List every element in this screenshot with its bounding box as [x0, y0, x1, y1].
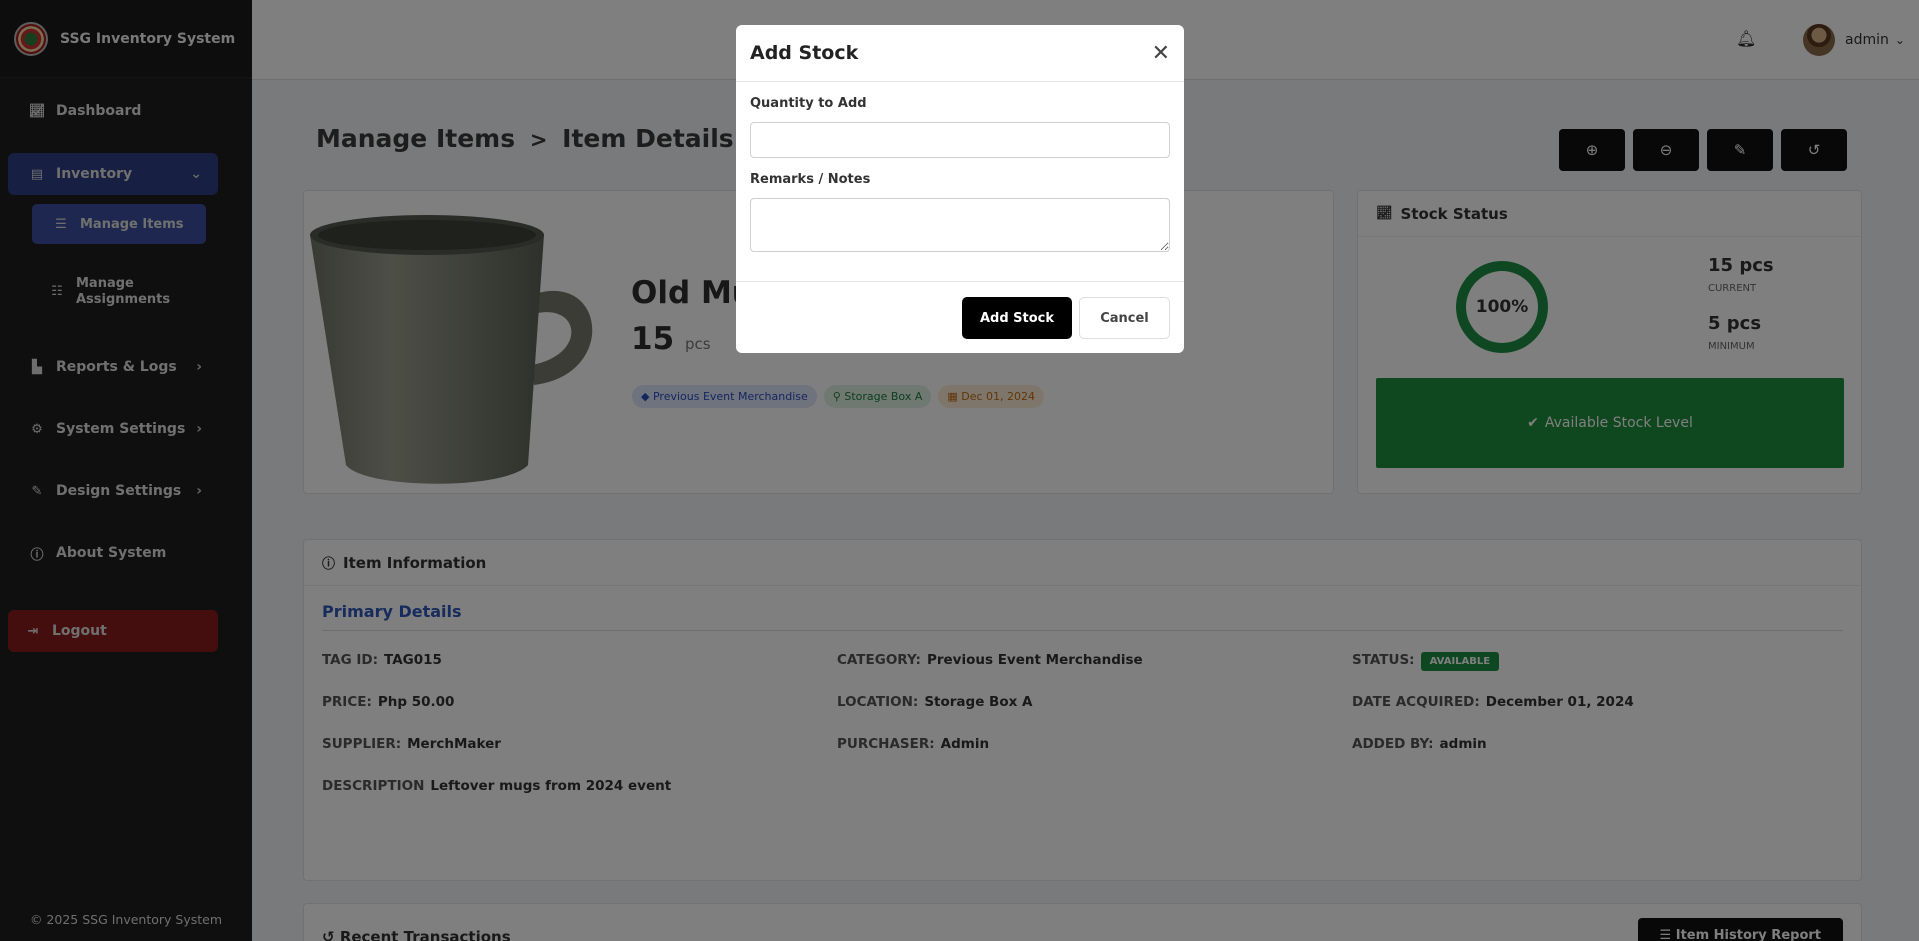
add-stock-modal: Add Stock ✕ Quantity to Add Remarks / No…	[736, 25, 1184, 353]
modal-header: Add Stock ✕	[736, 25, 1184, 82]
remarks-textarea[interactable]	[750, 198, 1170, 252]
cancel-button[interactable]: Cancel	[1079, 297, 1170, 339]
add-stock-submit-button[interactable]: Add Stock	[962, 297, 1072, 339]
close-icon[interactable]: ✕	[1152, 41, 1170, 66]
modal-title: Add Stock	[750, 42, 859, 64]
remarks-label: Remarks / Notes	[750, 172, 871, 187]
quantity-input[interactable]	[750, 122, 1170, 158]
modal-footer-divider	[736, 281, 1184, 282]
quantity-label: Quantity to Add	[750, 96, 867, 111]
